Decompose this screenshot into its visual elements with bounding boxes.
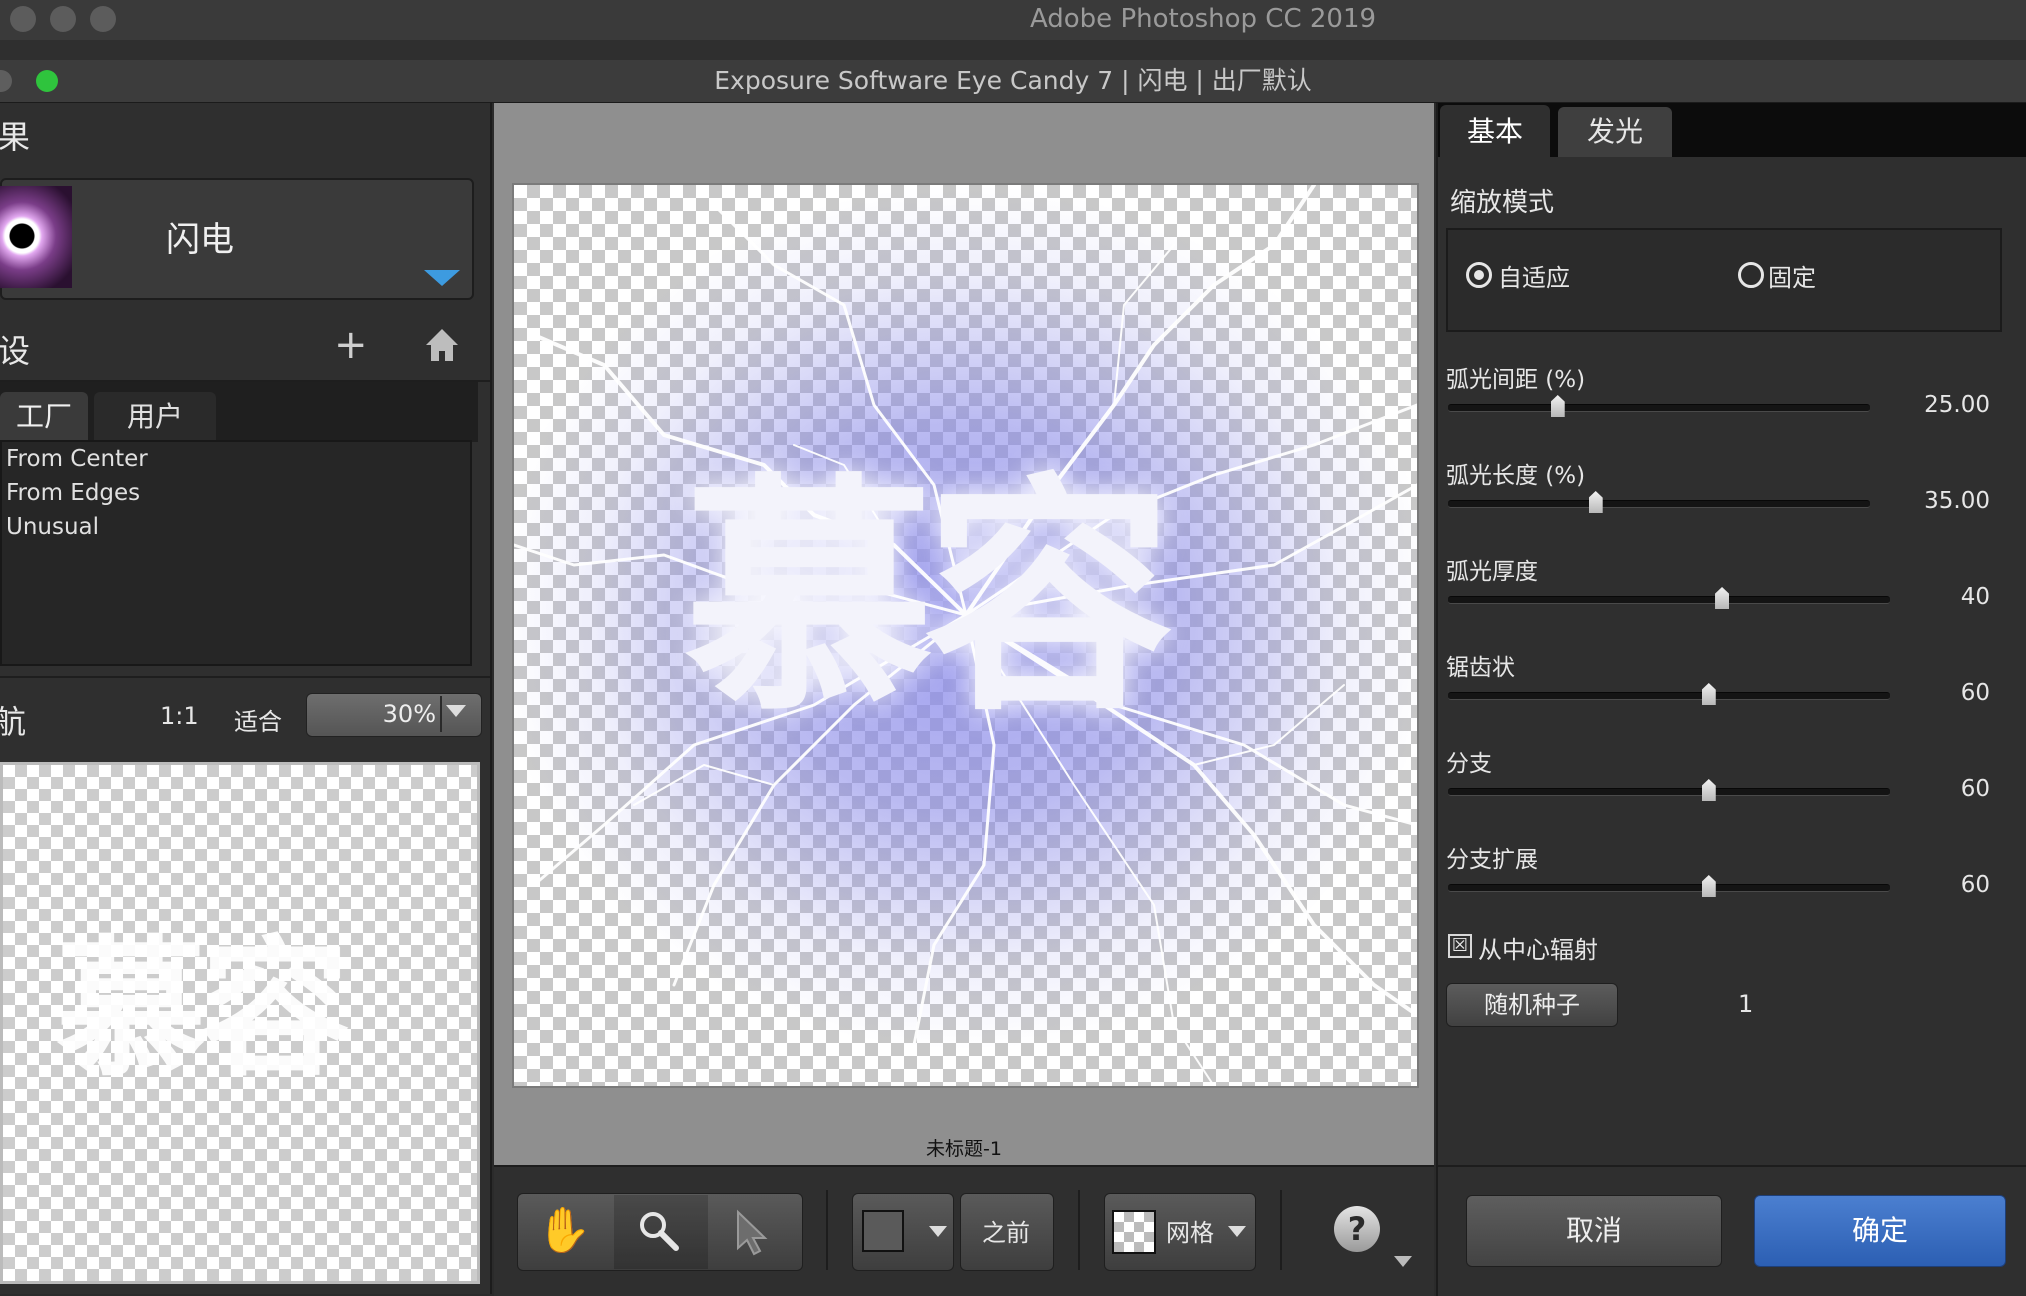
param-slider[interactable] [1448,692,1890,700]
divider [826,1190,828,1270]
param-value: 60 [1960,872,1990,898]
radio-fixed[interactable] [1738,262,1764,288]
param-label: 弧光长度 (%) [1446,463,1586,489]
zoom-icon [636,1208,682,1258]
add-preset-icon[interactable]: + [334,325,368,365]
grid-label: 网格 [1166,1219,1214,1247]
effect-name: 闪电 [166,220,234,260]
param-slider[interactable] [1448,884,1890,892]
tab-factory[interactable]: 工厂 [0,392,88,442]
param-label: 分支扩展 [1446,847,1538,873]
preview-image[interactable]: 慕容 [512,183,1419,1088]
preset-item-from-edges[interactable]: From Edges [6,480,140,506]
pointer-icon[interactable] [732,1208,772,1262]
seed-value: 1 [1738,990,1754,1018]
param-value: 60 [1960,776,1990,802]
divider [1078,1190,1080,1270]
param-value: 25.00 [1924,392,1990,418]
param-label: 弧光厚度 [1446,559,1538,585]
tab-basic[interactable]: 基本 [1440,105,1550,159]
param-value: 40 [1960,584,1990,610]
divider [0,676,490,678]
presets-heading: 设 [0,332,31,370]
photoshop-title: Adobe Photoshop CC 2019 [1029,4,1377,34]
home-icon[interactable] [424,326,460,368]
navigator-preview-text: 慕容 [56,923,350,1097]
preset-item-unusual[interactable]: Unusual [6,514,99,540]
preset-item-from-center[interactable]: From Center [6,446,148,472]
param-value: 60 [1960,680,1990,706]
chevron-down-icon[interactable] [1228,1226,1246,1237]
effects-heading: 果 [0,118,31,156]
cancel-button[interactable]: 取消 [1466,1195,1722,1267]
preview-text: 慕容 [684,453,1174,744]
zoom-1to1-button[interactable]: 1:1 [160,702,199,730]
param-value: 35.00 [1924,488,1990,514]
random-seed-button[interactable]: 随机种子 [1446,983,1618,1027]
radio-adaptive-label: 自适应 [1498,264,1570,292]
lightning-thumbnail [0,186,72,288]
zoom-value: 30% [382,700,436,728]
param-slider[interactable] [1448,500,1870,508]
chevron-down-icon[interactable] [1394,1256,1412,1267]
zoom-mode-label: 缩放模式 [1450,188,1555,218]
divider [440,696,442,732]
square-icon [862,1210,904,1252]
param-label: 弧光间距 (%) [1446,367,1586,393]
chevron-down-icon[interactable] [929,1226,947,1237]
param-slider[interactable] [1448,404,1870,412]
radiate-checkbox[interactable]: ☒ [1448,934,1472,958]
photoshop-tab-strip [0,40,2026,61]
param-slider[interactable] [1448,596,1890,604]
ok-button[interactable]: 确定 [1754,1195,2006,1267]
param-label: 锯齿状 [1446,655,1515,681]
chevron-down-icon[interactable] [446,705,466,717]
grid-swatch-icon [1112,1210,1156,1254]
radiate-label: 从中心辐射 [1478,936,1598,964]
radio-selected-dot-icon [1474,270,1484,280]
document-name: 未标题-1 [926,1138,1002,1160]
preset-list: From Center From Edges Unusual [0,440,472,666]
radio-fixed-label: 固定 [1768,264,1816,292]
tab-user[interactable]: 用户 [94,392,216,442]
hand-icon[interactable]: ✋ [522,1193,606,1269]
navigator-heading: 航 [0,703,27,741]
plugin-title: Exposure Software Eye Candy 7 | 闪电 | 出厂默… [714,66,1312,95]
param-label: 分支 [1446,751,1492,777]
effect-dropdown-arrow-icon[interactable] [424,270,460,286]
zoom-fit-button[interactable]: 适合 [234,702,282,737]
help-icon[interactable]: ? [1334,1206,1380,1252]
divider [1280,1190,1282,1270]
before-label: 之前 [982,1219,1030,1247]
tab-glow[interactable]: 发光 [1558,107,1672,157]
param-slider[interactable] [1448,788,1890,796]
